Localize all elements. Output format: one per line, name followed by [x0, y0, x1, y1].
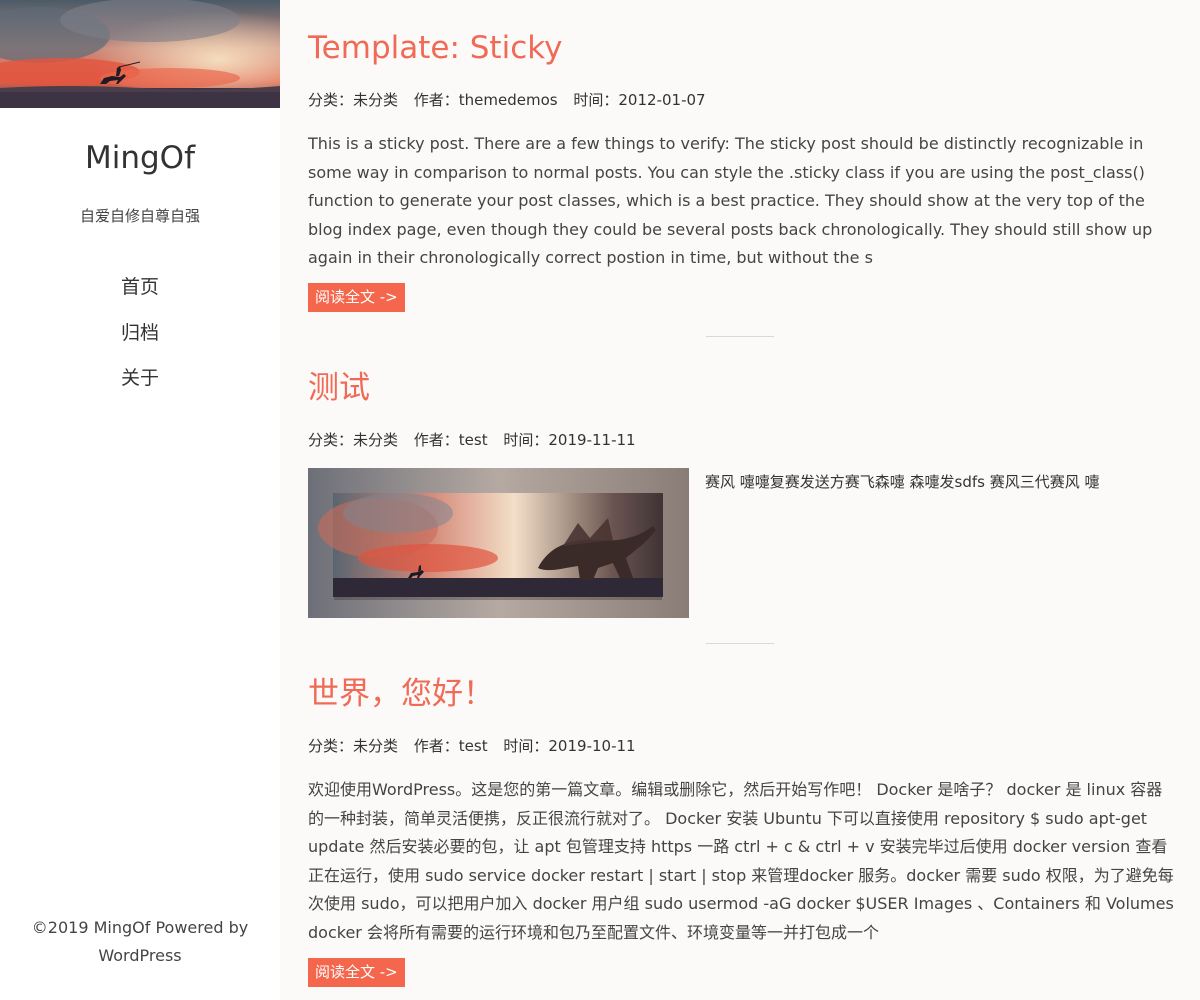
- post-meta: 分类：未分类 作者：test 时间：2019-11-11: [308, 430, 1174, 450]
- nav-item-home[interactable]: 首页: [0, 272, 280, 318]
- post-item: Template: Sticky 分类：未分类 作者：themedemos 时间…: [308, 28, 1174, 312]
- post-divider: [706, 643, 774, 644]
- site-tagline: 自爱自修自尊自强: [79, 207, 200, 225]
- post-thumbnail-row: 赛风 嚏嚏复赛发送方赛飞森嚏 森嚏发sdfs 赛风三代赛风 嚏: [308, 468, 1174, 618]
- post-excerpt: 赛风 嚏嚏复赛发送方赛飞森嚏 森嚏发sdfs 赛风三代赛风 嚏: [705, 473, 1100, 491]
- post-category: 分类：未分类: [308, 431, 399, 449]
- post-title[interactable]: Template: Sticky: [308, 28, 1174, 68]
- post-meta: 分类：未分类 作者：themedemos 时间：2012-01-07: [308, 90, 1174, 110]
- post-title[interactable]: 测试: [308, 368, 1174, 408]
- post-item: 测试 分类：未分类 作者：test 时间：2019-11-11 赛风 嚏嚏复赛发…: [308, 368, 1174, 618]
- site-footer: ©2019 MingOf Powered by WordPress: [31, 918, 249, 965]
- post-date: 时间：2019-11-11: [503, 431, 636, 449]
- post-date: 时间：2012-01-07: [573, 91, 706, 109]
- site-title[interactable]: MingOf: [0, 140, 280, 176]
- nav-item-about[interactable]: 关于: [0, 363, 280, 409]
- post-excerpt: 欢迎使用WordPress。这是您的第一篇文章。编辑或删除它，然后开始写作吧！ …: [308, 780, 1174, 942]
- post-author: 作者：themedemos: [413, 91, 558, 109]
- header-banner-image: [0, 0, 280, 108]
- read-more-button[interactable]: 阅读全文 ->: [308, 957, 405, 987]
- post-divider: [706, 336, 774, 337]
- post-author: 作者：test: [413, 431, 488, 449]
- read-more-button[interactable]: 阅读全文 ->: [308, 282, 405, 312]
- post-category: 分类：未分类: [308, 737, 399, 755]
- post-list: Template: Sticky 分类：未分类 作者：themedemos 时间…: [280, 0, 1200, 1000]
- main-nav: 首页 归档 关于: [0, 272, 280, 409]
- post-title[interactable]: 世界，您好！: [308, 674, 1174, 714]
- nav-item-archive[interactable]: 归档: [0, 318, 280, 364]
- post-author: 作者：test: [413, 737, 488, 755]
- post-category: 分类：未分类: [308, 91, 399, 109]
- post-thumbnail-image[interactable]: [308, 468, 689, 618]
- post-excerpt: This is a sticky post. There are a few t…: [308, 134, 1153, 268]
- post-date: 时间：2019-10-11: [503, 737, 636, 755]
- sidebar: MingOf 自爱自修自尊自强 首页 归档 关于 ©2019 MingOf Po…: [0, 0, 280, 1000]
- post-item: 世界，您好！ 分类：未分类 作者：test 时间：2019-10-11 欢迎使用…: [308, 674, 1174, 987]
- post-meta: 分类：未分类 作者：test 时间：2019-10-11: [308, 736, 1174, 756]
